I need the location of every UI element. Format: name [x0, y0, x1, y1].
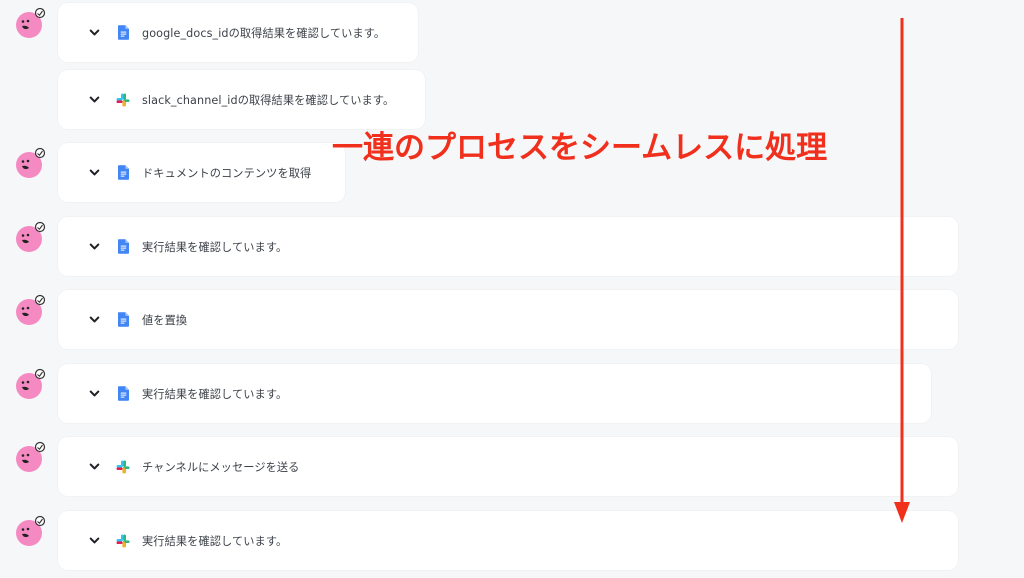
- bot-avatar-icon: [14, 220, 48, 254]
- step-label: ドキュメントのコンテンツを取得: [142, 166, 312, 180]
- step-label: 実行結果を確認しています。: [142, 534, 288, 548]
- step-label: slack_channel_idの取得結果を確認しています。: [142, 93, 395, 107]
- step-card[interactable]: slack_channel_idの取得結果を確認しています。: [58, 70, 425, 129]
- chevron-down-icon[interactable]: [87, 460, 101, 474]
- slack-icon: [116, 92, 130, 108]
- google-docs-icon: [116, 312, 130, 328]
- step-card[interactable]: ドキュメントのコンテンツを取得: [58, 143, 345, 202]
- slack-icon: [116, 459, 130, 475]
- step-label: 実行結果を確認しています。: [142, 240, 288, 254]
- step-label: 値を置換: [142, 313, 188, 327]
- chevron-down-icon[interactable]: [87, 534, 101, 548]
- step-label: google_docs_idの取得結果を確認しています。: [142, 26, 386, 40]
- annotation-text: 一連のプロセスをシームレスに処理: [332, 130, 828, 166]
- bot-avatar-icon: [14, 440, 48, 474]
- step-label: チャンネルにメッセージを送る: [142, 460, 300, 474]
- bot-avatar-icon: [14, 146, 48, 180]
- step-card[interactable]: 実行結果を確認しています。: [58, 511, 958, 570]
- step-card[interactable]: 実行結果を確認しています。: [58, 364, 931, 423]
- bot-avatar-icon: [14, 293, 48, 327]
- down-arrow-icon: [894, 18, 910, 523]
- step-label: 実行結果を確認しています。: [142, 387, 288, 401]
- bot-avatar-icon: [14, 6, 48, 40]
- chevron-down-icon[interactable]: [87, 387, 101, 401]
- chevron-down-icon[interactable]: [87, 313, 101, 327]
- chevron-down-icon[interactable]: [87, 93, 101, 107]
- step-card[interactable]: 値を置換: [58, 290, 958, 349]
- bot-avatar-icon: [14, 514, 48, 548]
- chevron-down-icon[interactable]: [87, 26, 101, 40]
- google-docs-icon: [116, 25, 130, 41]
- step-card[interactable]: チャンネルにメッセージを送る: [58, 437, 958, 496]
- google-docs-icon: [116, 386, 130, 402]
- slack-icon: [116, 533, 130, 549]
- google-docs-icon: [116, 239, 130, 255]
- step-card[interactable]: 実行結果を確認しています。: [58, 217, 958, 276]
- google-docs-icon: [116, 165, 130, 181]
- chevron-down-icon[interactable]: [87, 240, 101, 254]
- bot-avatar-icon: [14, 367, 48, 401]
- step-card[interactable]: google_docs_idの取得結果を確認しています。: [58, 3, 418, 62]
- chevron-down-icon[interactable]: [87, 166, 101, 180]
